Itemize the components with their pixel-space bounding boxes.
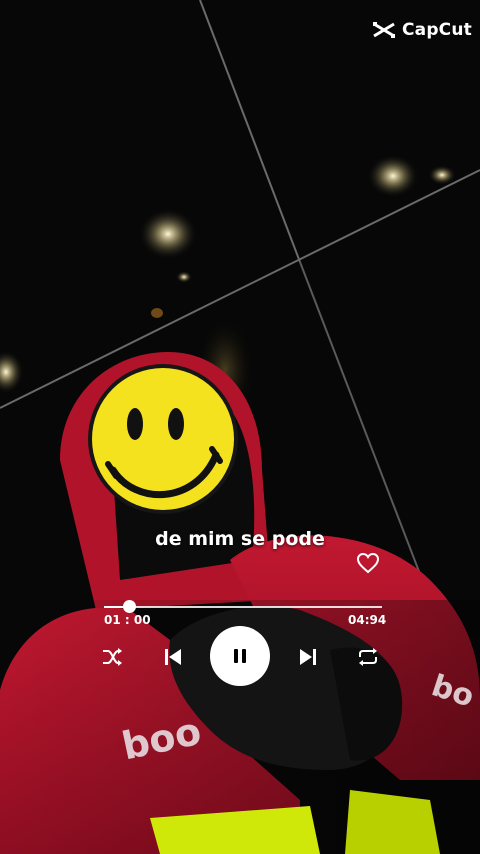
current-time: 01 : 00 (104, 613, 151, 627)
heart-icon[interactable] (356, 552, 380, 574)
total-time: 04:94 (348, 613, 387, 627)
background-photo: boo bo (0, 0, 480, 854)
pause-button[interactable] (210, 626, 270, 686)
shuffle-button[interactable] (100, 644, 126, 670)
repeat-button[interactable] (354, 644, 382, 670)
progress-slider[interactable] (104, 600, 382, 613)
smiley-face-icon (88, 364, 238, 514)
previous-button[interactable] (160, 644, 186, 670)
pause-icon (234, 649, 246, 663)
capcut-watermark: CapCut (372, 20, 472, 40)
next-button[interactable] (295, 644, 321, 670)
progress-track (104, 606, 382, 608)
capcut-logo-icon (372, 22, 395, 38)
progress-thumb[interactable] (123, 600, 137, 613)
watermark-label: CapCut (401, 20, 472, 40)
skip-next-icon (300, 649, 316, 665)
skip-previous-icon (165, 649, 181, 665)
repeat-icon (359, 648, 377, 666)
lyric-line: de mim se pode (155, 528, 325, 550)
shuffle-icon (103, 648, 122, 666)
